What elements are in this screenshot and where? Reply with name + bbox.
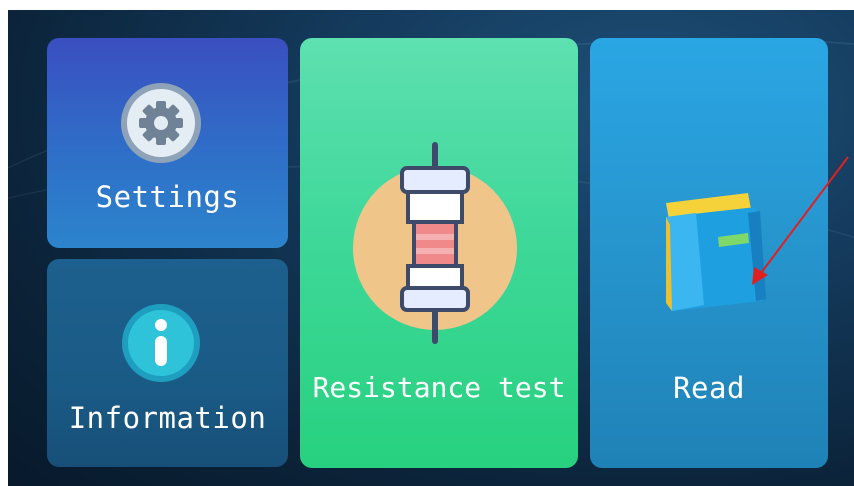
resistor-icon	[353, 142, 517, 344]
info-icon	[122, 304, 200, 382]
information-tile[interactable]: Information	[47, 259, 288, 467]
settings-tile[interactable]: Settings	[47, 38, 288, 248]
resistance-test-tile[interactable]: Resistance test	[300, 38, 578, 468]
gear-icon	[121, 83, 201, 163]
resistance-test-label: Resistance test	[312, 371, 566, 404]
book-icon	[666, 193, 766, 311]
information-label: Information	[68, 401, 267, 435]
home-screen: Settings Information Resistance test Rea…	[8, 10, 854, 486]
settings-label: Settings	[95, 180, 240, 214]
read-tile[interactable]: Read	[590, 38, 828, 468]
read-label: Read	[673, 371, 745, 405]
